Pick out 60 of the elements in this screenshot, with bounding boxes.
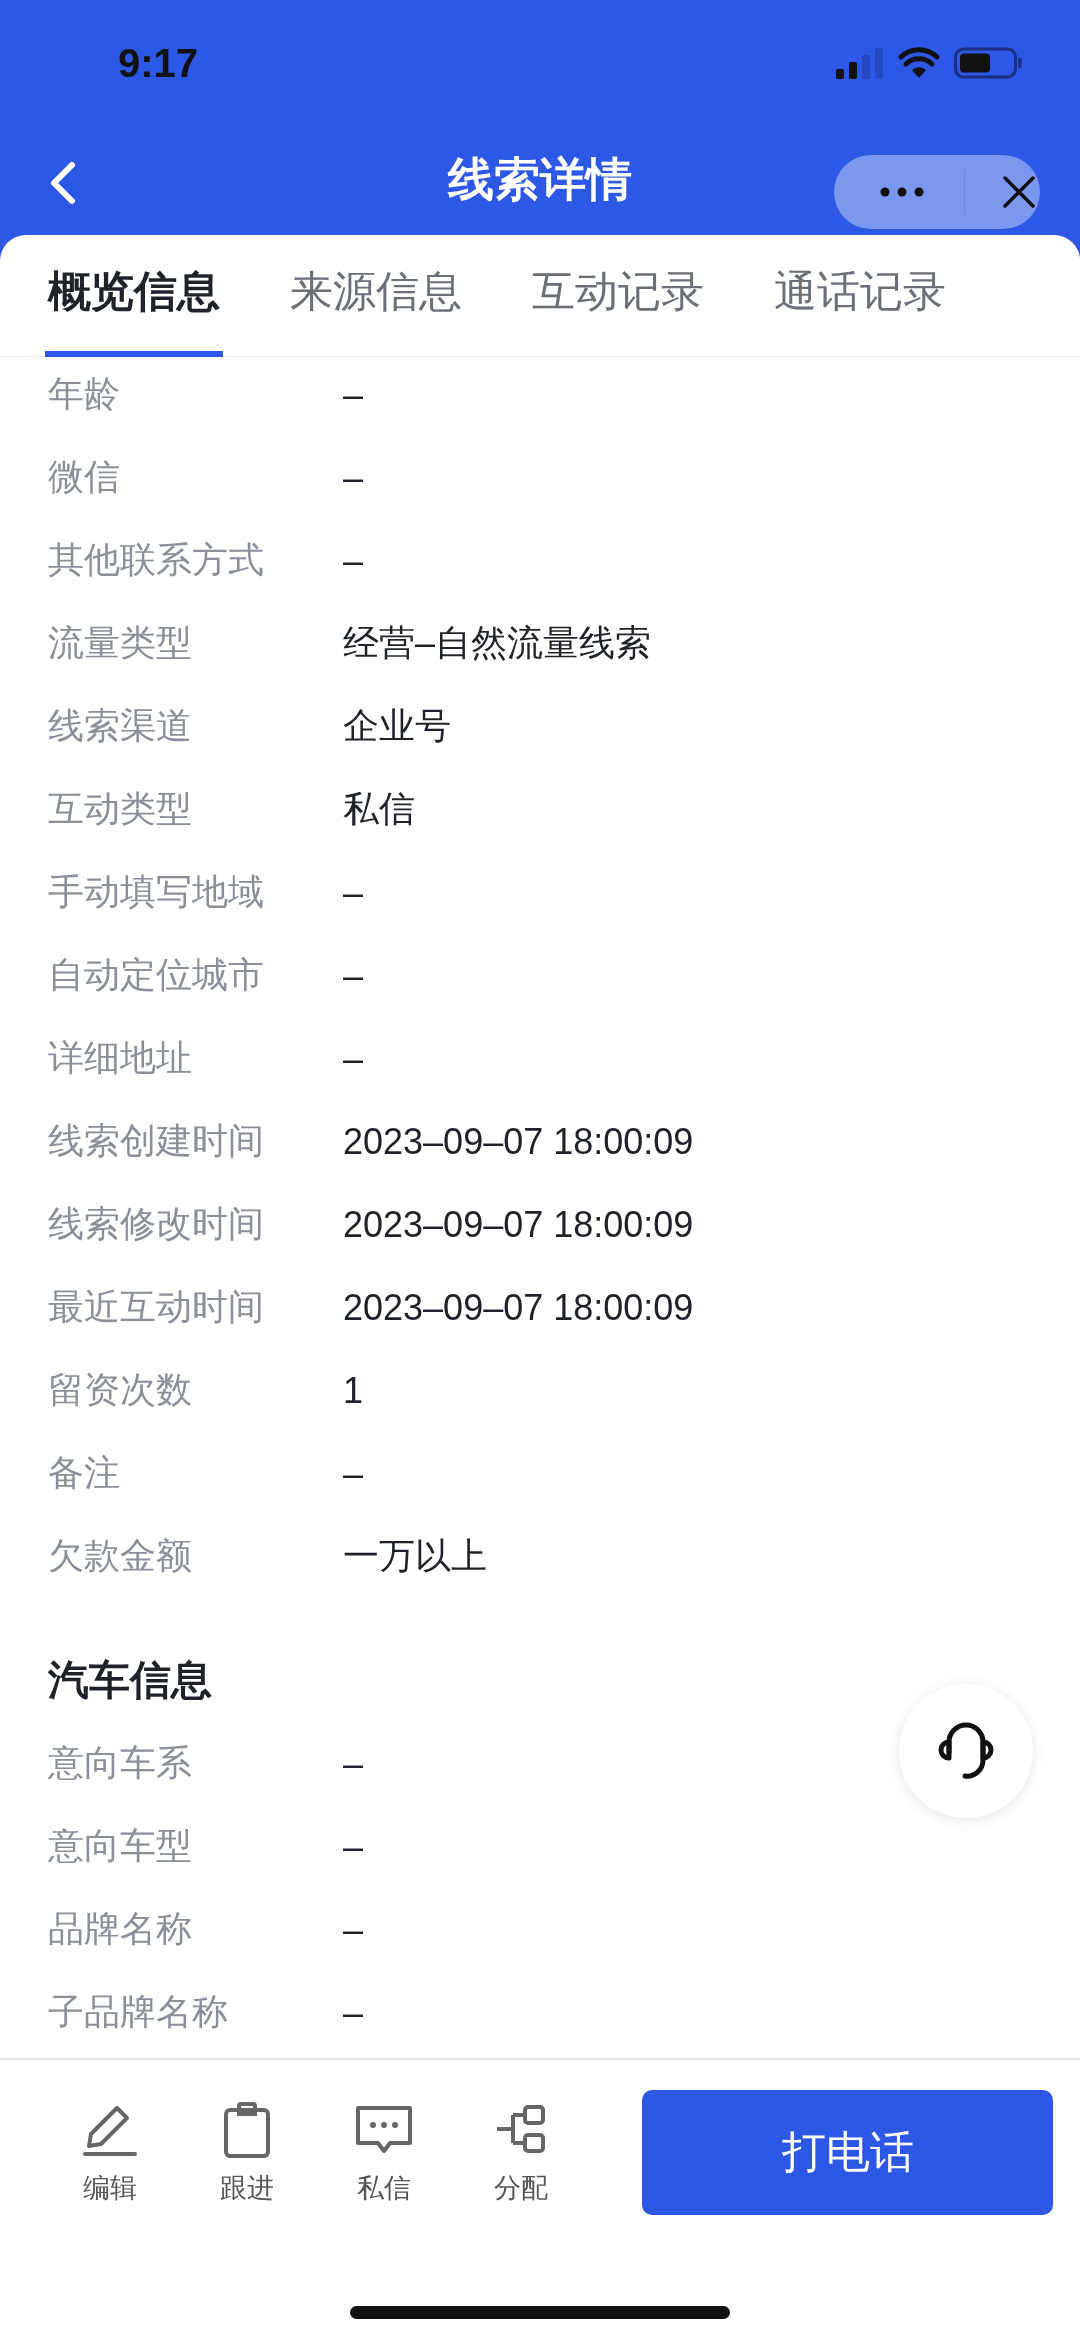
section-title: 汽车信息 [47,1656,213,1705]
field-label: 流量类型 [48,621,193,665]
field-label: 意向车系 [48,1741,193,1785]
field-value: – [343,373,364,416]
field-value: – [343,539,364,582]
field-label: 互动类型 [48,787,193,831]
field-label: 自动定位城市 [48,953,265,997]
field-label: 其他联系方式 [48,538,265,582]
field-label: 年龄 [48,372,121,416]
field-label: 欠款金额 [48,1534,193,1578]
field-value: 2023–09–07 18:00:09 [343,1120,694,1163]
tab[interactable]: 概览信息 [48,235,220,356]
field-label: 线索修改时间 [48,1202,265,1246]
field-label: 微信 [48,455,121,499]
field-value: – [343,1742,364,1785]
action-button[interactable]: 分配 [452,2090,589,2207]
field-label: 品牌名称 [48,1907,193,1951]
pencil-icon [82,2104,137,2156]
field-value: 经营–自然流量线索 [343,621,652,665]
field-label: 手动填写地域 [48,870,265,914]
battery-icon [954,46,1022,79]
tab[interactable]: 互动记录 [532,235,704,356]
field-value: – [343,1991,364,2034]
field-label: 意向车型 [48,1824,193,1868]
field-value: 企业号 [343,704,451,748]
field-value: – [343,1452,364,1495]
more-icon[interactable] [880,187,924,197]
field-label: 子品牌名称 [48,1990,229,2034]
tab[interactable]: 通话记录 [774,235,946,356]
action-button[interactable]: 跟进 [178,2090,315,2207]
signal-icon [836,46,884,79]
field-value: – [343,1037,364,1080]
field-label: 备注 [48,1451,121,1495]
branch-icon [494,2104,547,2156]
field-value: – [343,1908,364,1951]
page-title: 线索详情 [448,152,632,207]
status-time: 9:17 [118,40,199,86]
action-button[interactable]: 编辑 [41,2090,178,2207]
field-value: – [343,1825,364,1868]
field-value: 一万以上 [343,1534,487,1578]
tab[interactable]: 来源信息 [290,235,462,356]
wifi-icon [898,46,940,79]
field-label: 留资次数 [48,1368,193,1412]
field-value: 1 [343,1369,364,1412]
back-icon[interactable] [48,161,76,205]
field-label: 线索渠道 [48,704,193,748]
field-label: 线索创建时间 [48,1119,265,1163]
field-label: 详细地址 [48,1036,193,1080]
field-value: 私信 [343,787,415,831]
field-value: – [343,456,364,499]
clipboard-icon [222,2102,271,2158]
field-value: – [343,871,364,914]
field-value: 2023–09–07 18:00:09 [343,1203,694,1246]
chat-icon [353,2105,414,2155]
field-label: 最近互动时间 [48,1285,265,1329]
action-button[interactable]: 私信 [315,2090,452,2207]
close-icon[interactable] [1003,176,1035,208]
field-value: – [343,954,364,997]
field-value: 2023–09–07 18:00:09 [343,1286,694,1329]
call-button[interactable]: 打电话 [642,2090,1053,2215]
